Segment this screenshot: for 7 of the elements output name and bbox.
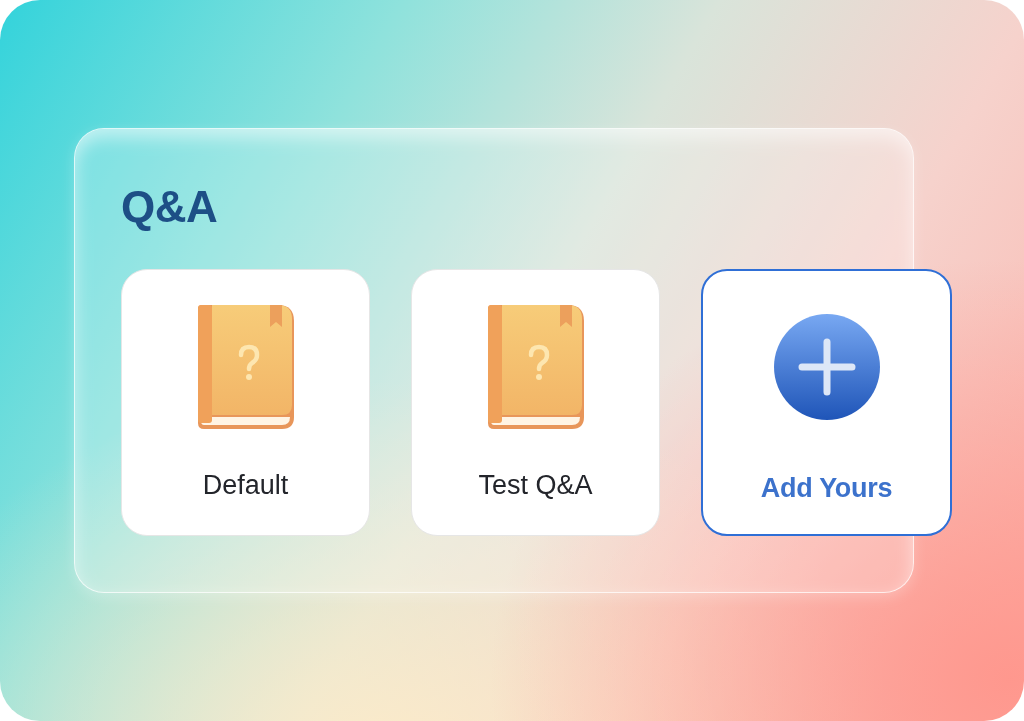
panel-title: Q&A bbox=[121, 181, 218, 233]
qa-set-card[interactable]: Default bbox=[121, 269, 370, 536]
plus-circle-icon bbox=[773, 314, 880, 420]
qa-set-card[interactable]: Test Q&A bbox=[411, 269, 660, 536]
book-icon bbox=[197, 305, 294, 429]
book-icon bbox=[487, 305, 584, 429]
add-card[interactable]: Add Yours bbox=[701, 269, 952, 536]
